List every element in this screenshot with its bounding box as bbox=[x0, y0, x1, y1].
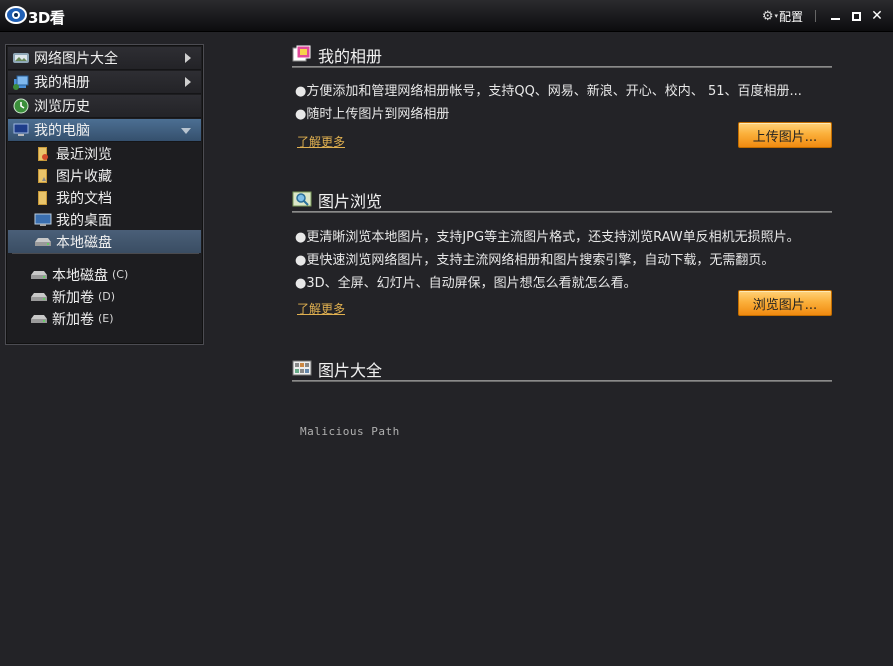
drive-letter: (D) bbox=[98, 290, 116, 303]
drive-letter: (E) bbox=[98, 312, 114, 325]
caret-down-icon: ▾ bbox=[774, 12, 778, 20]
section-divider bbox=[292, 211, 832, 213]
gear-icon: ⚙ bbox=[761, 8, 774, 24]
titlebar-separator bbox=[815, 10, 816, 22]
album-icon bbox=[12, 74, 30, 90]
browse-photos-button[interactable]: 浏览图片... bbox=[738, 290, 832, 316]
gallery-grid-icon bbox=[292, 360, 312, 376]
sidebar-drive-c[interactable]: 本地磁盘 (C) bbox=[8, 263, 201, 286]
gallery-path-text: Malicious Path bbox=[300, 425, 400, 438]
browse-bullet: ●更快速浏览网络图片，支持主流网络相册和图片搜索引擎，自动下载，无需翻页。 bbox=[295, 253, 775, 268]
eye-logo-icon bbox=[5, 6, 27, 24]
maximize-button[interactable] bbox=[846, 8, 866, 24]
album-section-icon bbox=[292, 45, 311, 62]
section-title: 我的相册 bbox=[318, 47, 383, 66]
config-menu-button[interactable]: ⚙ ▾ 配置 bbox=[762, 8, 803, 25]
section-divider bbox=[292, 66, 832, 68]
drive-letter: (C) bbox=[112, 268, 129, 281]
sidebar-item-label: 我的桌面 bbox=[56, 212, 112, 229]
documents-folder-icon bbox=[34, 190, 52, 206]
drive-label: 本地磁盘 bbox=[52, 267, 108, 284]
section-title: 图片浏览 bbox=[318, 192, 383, 211]
desktop-icon bbox=[34, 212, 52, 228]
history-icon bbox=[12, 98, 30, 114]
sidebar-item-label: 浏览历史 bbox=[34, 99, 90, 115]
chevron-right-icon bbox=[185, 53, 191, 63]
section-title: 图片大全 bbox=[318, 361, 383, 380]
album-bullet: ●方便添加和管理网络相册帐号，支持QQ、网易、新浪、开心、校内、 51、百度相册… bbox=[295, 84, 802, 99]
chevron-right-icon bbox=[185, 77, 191, 87]
disk-icon bbox=[30, 311, 48, 327]
browse-learn-more-link[interactable]: 了解更多 bbox=[297, 300, 345, 317]
close-icon: ✕ bbox=[871, 8, 883, 24]
sidebar-item-local-disk[interactable]: 本地磁盘 bbox=[8, 230, 201, 253]
sidebar-item-history[interactable]: 浏览历史 bbox=[8, 95, 201, 118]
upload-photos-button[interactable]: 上传图片... bbox=[738, 122, 832, 148]
sidebar-divider bbox=[12, 253, 199, 254]
minimize-button[interactable] bbox=[825, 8, 845, 24]
section-header-gallery: 图片大全 bbox=[292, 356, 832, 382]
config-label: 配置 bbox=[778, 9, 803, 24]
close-button[interactable]: ✕ bbox=[867, 8, 887, 24]
sidebar-item-label: 我的电脑 bbox=[34, 123, 90, 139]
sidebar-item-documents[interactable]: 我的文档 bbox=[8, 186, 201, 209]
recent-folder-icon bbox=[34, 146, 52, 162]
app-logo: 3D看 bbox=[4, 4, 68, 28]
sidebar-item-label: 我的相册 bbox=[34, 75, 90, 91]
sidebar-item-label: 网络图片大全 bbox=[34, 51, 118, 67]
sidebar-item-label: 我的文档 bbox=[56, 190, 112, 207]
magnifier-photo-icon bbox=[292, 191, 312, 207]
sidebar-drive-e[interactable]: 新加卷 (E) bbox=[8, 307, 201, 330]
sidebar: 网络图片大全 我的相册 浏览历史 我的电脑 最近浏览 图片收藏 我的文档 我的桌… bbox=[5, 44, 204, 345]
sidebar-item-my-album[interactable]: 我的相册 bbox=[8, 71, 201, 94]
maximize-icon bbox=[851, 11, 861, 21]
browse-bullet: ●3D、全屏、幻灯片、自动屏保，图片想怎么看就怎么看。 bbox=[295, 276, 637, 291]
app-title: 3D看 bbox=[28, 9, 65, 27]
sidebar-item-desktop[interactable]: 我的桌面 bbox=[8, 208, 201, 231]
computer-icon bbox=[12, 122, 30, 138]
sidebar-item-my-computer[interactable]: 我的电脑 bbox=[8, 119, 201, 142]
section-header-browse: 图片浏览 bbox=[292, 187, 832, 213]
title-bar: 3D看 ⚙ ▾ 配置 ✕ bbox=[0, 0, 893, 32]
section-header-album: 我的相册 bbox=[292, 42, 832, 68]
section-divider bbox=[292, 380, 832, 382]
sidebar-item-recent[interactable]: 最近浏览 bbox=[8, 142, 201, 165]
sidebar-item-favorites[interactable]: 图片收藏 bbox=[8, 164, 201, 187]
disk-icon bbox=[30, 267, 48, 283]
album-learn-more-link[interactable]: 了解更多 bbox=[297, 133, 345, 150]
minimize-icon bbox=[830, 18, 840, 20]
disk-icon bbox=[34, 234, 52, 250]
web-photos-icon bbox=[12, 50, 30, 66]
favorites-folder-icon bbox=[34, 168, 52, 184]
sidebar-item-label: 图片收藏 bbox=[56, 168, 112, 185]
drive-label: 新加卷 bbox=[52, 289, 94, 306]
sidebar-drive-d[interactable]: 新加卷 (D) bbox=[8, 285, 201, 308]
disk-icon bbox=[30, 289, 48, 305]
chevron-down-icon bbox=[181, 128, 191, 134]
drive-label: 新加卷 bbox=[52, 311, 94, 328]
sidebar-item-label: 最近浏览 bbox=[56, 146, 112, 163]
sidebar-item-web-photos[interactable]: 网络图片大全 bbox=[8, 47, 201, 70]
browse-bullet: ●更清晰浏览本地图片，支持JPG等主流图片格式，还支持浏览RAW单反相机无损照片… bbox=[295, 230, 800, 245]
sidebar-item-label: 本地磁盘 bbox=[56, 234, 112, 251]
album-bullet: ●随时上传图片到网络相册 bbox=[295, 107, 450, 122]
